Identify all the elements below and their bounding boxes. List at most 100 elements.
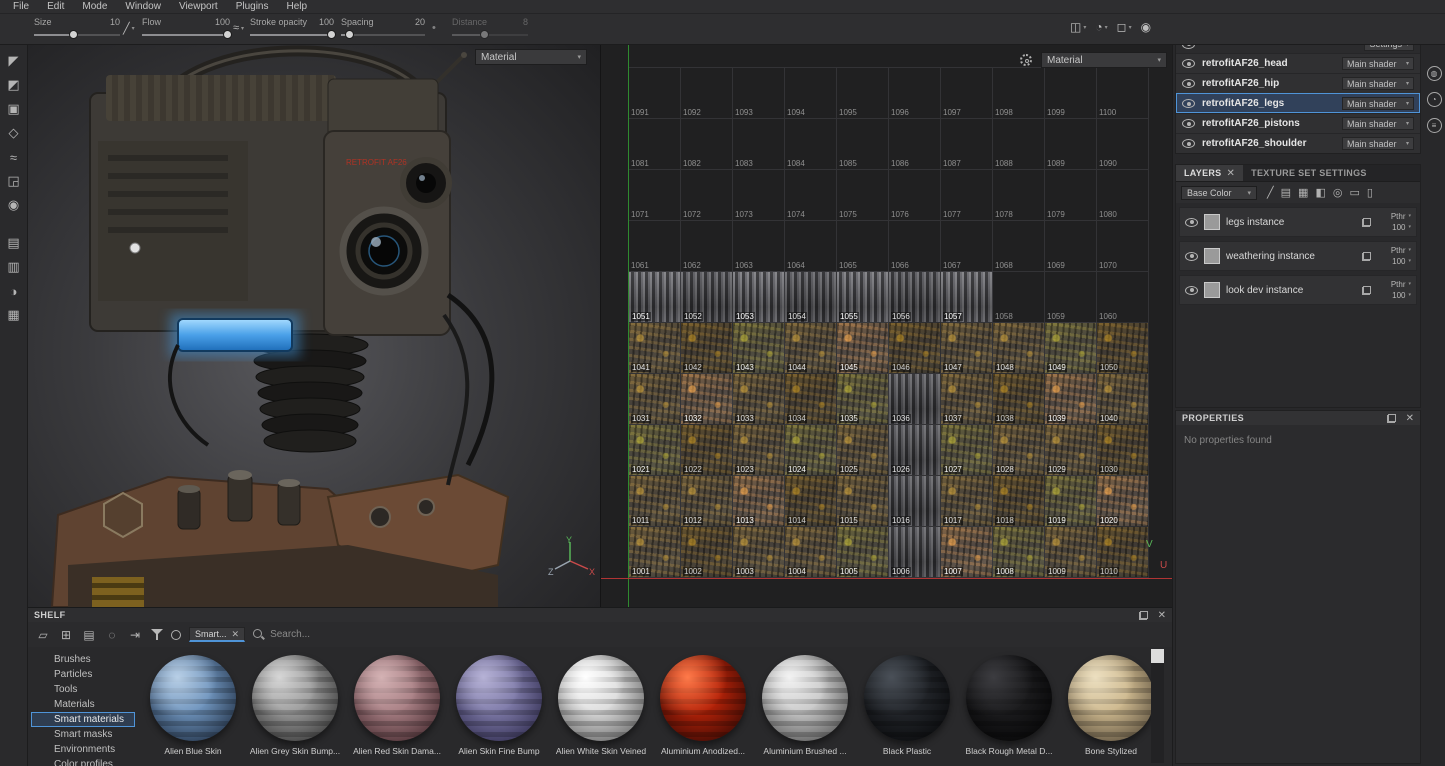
udim-tile[interactable]: 1042 (681, 322, 733, 373)
material-item[interactable]: Aluminium Brushed ... (758, 655, 852, 765)
udim-tile[interactable]: 1015 (837, 475, 889, 526)
filter-icon[interactable] (151, 629, 163, 640)
udim-tile[interactable]: 1081 (629, 118, 681, 169)
udim-tile[interactable]: 1041 (629, 322, 681, 373)
udim-tile[interactable]: 1076 (889, 169, 941, 220)
material-sphere-preview[interactable] (354, 655, 440, 741)
udim-tile[interactable]: 1048 (993, 322, 1045, 373)
material-picker-tool[interactable]: ◉ (3, 194, 25, 216)
list-view-icon[interactable]: ▤ (81, 628, 97, 642)
udim-tile[interactable]: 1094 (785, 67, 837, 118)
udim-tile[interactable]: 1064 (785, 220, 837, 271)
udim-tile[interactable]: 1057 (941, 271, 993, 322)
filter-tag-smart[interactable]: Smart...✕ (189, 627, 245, 642)
symmetry-icon[interactable]: ◫▾ (1070, 20, 1086, 34)
udim-tile[interactable]: 1070 (1097, 220, 1149, 271)
tab-texture-set-settings[interactable]: TEXTURE SET SETTINGS (1243, 165, 1375, 181)
shelf-category-item[interactable]: Smart masks (31, 727, 135, 742)
material-item[interactable]: Alien Red Skin Dama... (350, 655, 444, 765)
udim-tile[interactable]: 1035 (837, 373, 889, 424)
paint-brush-tool[interactable]: ◤ (3, 50, 25, 72)
udim-tile[interactable]: 1100 (1097, 67, 1149, 118)
udim-tile[interactable]: 1019 (1045, 475, 1097, 526)
material-sphere-preview[interactable] (558, 655, 644, 741)
settings-gear-icon[interactable] (1020, 54, 1032, 69)
history-icon[interactable]: ◔ (1427, 92, 1442, 107)
udim-tile[interactable]: 1060 (1097, 271, 1149, 322)
udim-tile[interactable]: 1003 (733, 526, 785, 577)
eraser-tool[interactable]: ◩ (3, 74, 25, 96)
udim-tile[interactable]: 1079 (1045, 169, 1097, 220)
camera-icon[interactable]: ◻▾ (1117, 20, 1132, 34)
material-item[interactable]: Alien White Skin Veined (554, 655, 648, 765)
udim-tile[interactable]: 1093 (733, 67, 785, 118)
udim-tile[interactable]: 1090 (1097, 118, 1149, 169)
texture-set-row[interactable]: retrofitAF26_hip Main shader▾ (1176, 73, 1420, 93)
layer-row[interactable]: look dev instance Pthr▾ 100▾ (1179, 275, 1417, 305)
material-sphere-preview[interactable] (456, 655, 542, 741)
visibility-eye-icon[interactable] (1182, 119, 1195, 128)
udim-tile[interactable]: 1089 (1045, 118, 1097, 169)
add-mask-icon[interactable]: ◎ (1333, 186, 1343, 199)
shelf-category-item[interactable]: Environments (31, 742, 135, 757)
udim-tile[interactable]: 1056 (889, 271, 941, 322)
menu-item[interactable]: Plugins (227, 0, 278, 13)
udim-tile[interactable]: 1050 (1097, 322, 1149, 373)
udim-tile[interactable]: 1036 (889, 373, 941, 424)
udim-tile[interactable]: 1092 (681, 67, 733, 118)
udim-tile[interactable]: 1099 (1045, 67, 1097, 118)
udim-tile[interactable]: 1074 (785, 169, 837, 220)
udim-tile[interactable]: 1067 (941, 220, 993, 271)
add-fill-layer-icon[interactable]: ▦ (1298, 186, 1308, 199)
shelf-category-item[interactable]: Smart materials (31, 712, 135, 727)
delete-layer-icon[interactable]: ▯ (1367, 186, 1373, 199)
material-item[interactable]: Bone Stylized (1064, 655, 1158, 765)
shelf-scrollbar[interactable] (1151, 649, 1164, 763)
layer-thumbnail[interactable] (1204, 214, 1220, 230)
udim-tile[interactable]: 1009 (1045, 526, 1097, 577)
opacity-dropdown[interactable]: 100▾ (1392, 256, 1411, 267)
projection-tool[interactable]: ▣ (3, 98, 25, 120)
udim-tile[interactable]: 1012 (681, 475, 733, 526)
udim-tile[interactable]: 1095 (837, 67, 889, 118)
opacity-dropdown[interactable]: 100▾ (1392, 290, 1411, 301)
udim-tile[interactable]: 1097 (941, 67, 993, 118)
udim-tile[interactable]: 1029 (1045, 424, 1097, 475)
brush-tip-icon[interactable]: ╱▾ (123, 22, 135, 35)
material-sphere-preview[interactable] (762, 655, 848, 741)
udim-tile[interactable]: 1002 (681, 526, 733, 577)
shader-dropdown[interactable]: Main shader▾ (1342, 57, 1414, 70)
udim-tile[interactable]: 1077 (941, 169, 993, 220)
udim-tile[interactable]: 1004 (785, 526, 837, 577)
opacity-dropdown[interactable]: 100▾ (1392, 222, 1411, 233)
channel-dropdown[interactable]: Base Color▾ (1181, 186, 1257, 200)
udim-tile[interactable]: 1032 (681, 373, 733, 424)
udim-tile[interactable]: 1055 (837, 271, 889, 322)
shader-dropdown[interactable]: Main shader▾ (1342, 137, 1414, 150)
udim-tile[interactable]: 1086 (889, 118, 941, 169)
shader-dropdown[interactable]: Main shader▾ (1342, 97, 1414, 110)
udim-tile[interactable]: 1072 (681, 169, 733, 220)
remove-filter-icon[interactable]: ✕ (232, 630, 240, 639)
layer-row[interactable]: weathering instance Pthr▾ 100▾ (1179, 241, 1417, 271)
material-mode-dropdown[interactable]: Material▾ (475, 49, 587, 65)
material-sphere-preview[interactable] (660, 655, 746, 741)
viewport-2d[interactable]: 1091109210931094109510961097109810991100… (600, 45, 1172, 607)
udim-tile[interactable]: 1087 (941, 118, 993, 169)
udim-tile[interactable]: 1008 (993, 526, 1045, 577)
shelf-category-item[interactable]: Color profiles (31, 757, 135, 766)
menu-item[interactable]: Viewport (170, 0, 227, 13)
layer-thumbnail[interactable] (1204, 282, 1220, 298)
udim-tile[interactable]: 1031 (629, 373, 681, 424)
flow-slider[interactable] (142, 30, 230, 41)
udim-tile[interactable]: 1037 (941, 373, 993, 424)
udim-tile[interactable]: 1045 (837, 322, 889, 373)
udim-tile[interactable]: 1025 (837, 424, 889, 475)
udim-tile[interactable]: 1024 (785, 424, 837, 475)
shelf-category-item[interactable]: Materials (31, 697, 135, 712)
udim-tile[interactable]: 1075 (837, 169, 889, 220)
close-panel-icon[interactable]: ✕ (1158, 611, 1166, 620)
udim-tile[interactable]: 1054 (785, 271, 837, 322)
udim-tile[interactable]: 1063 (733, 220, 785, 271)
material-mode-dropdown-2d[interactable]: Material▾ (1041, 52, 1167, 68)
